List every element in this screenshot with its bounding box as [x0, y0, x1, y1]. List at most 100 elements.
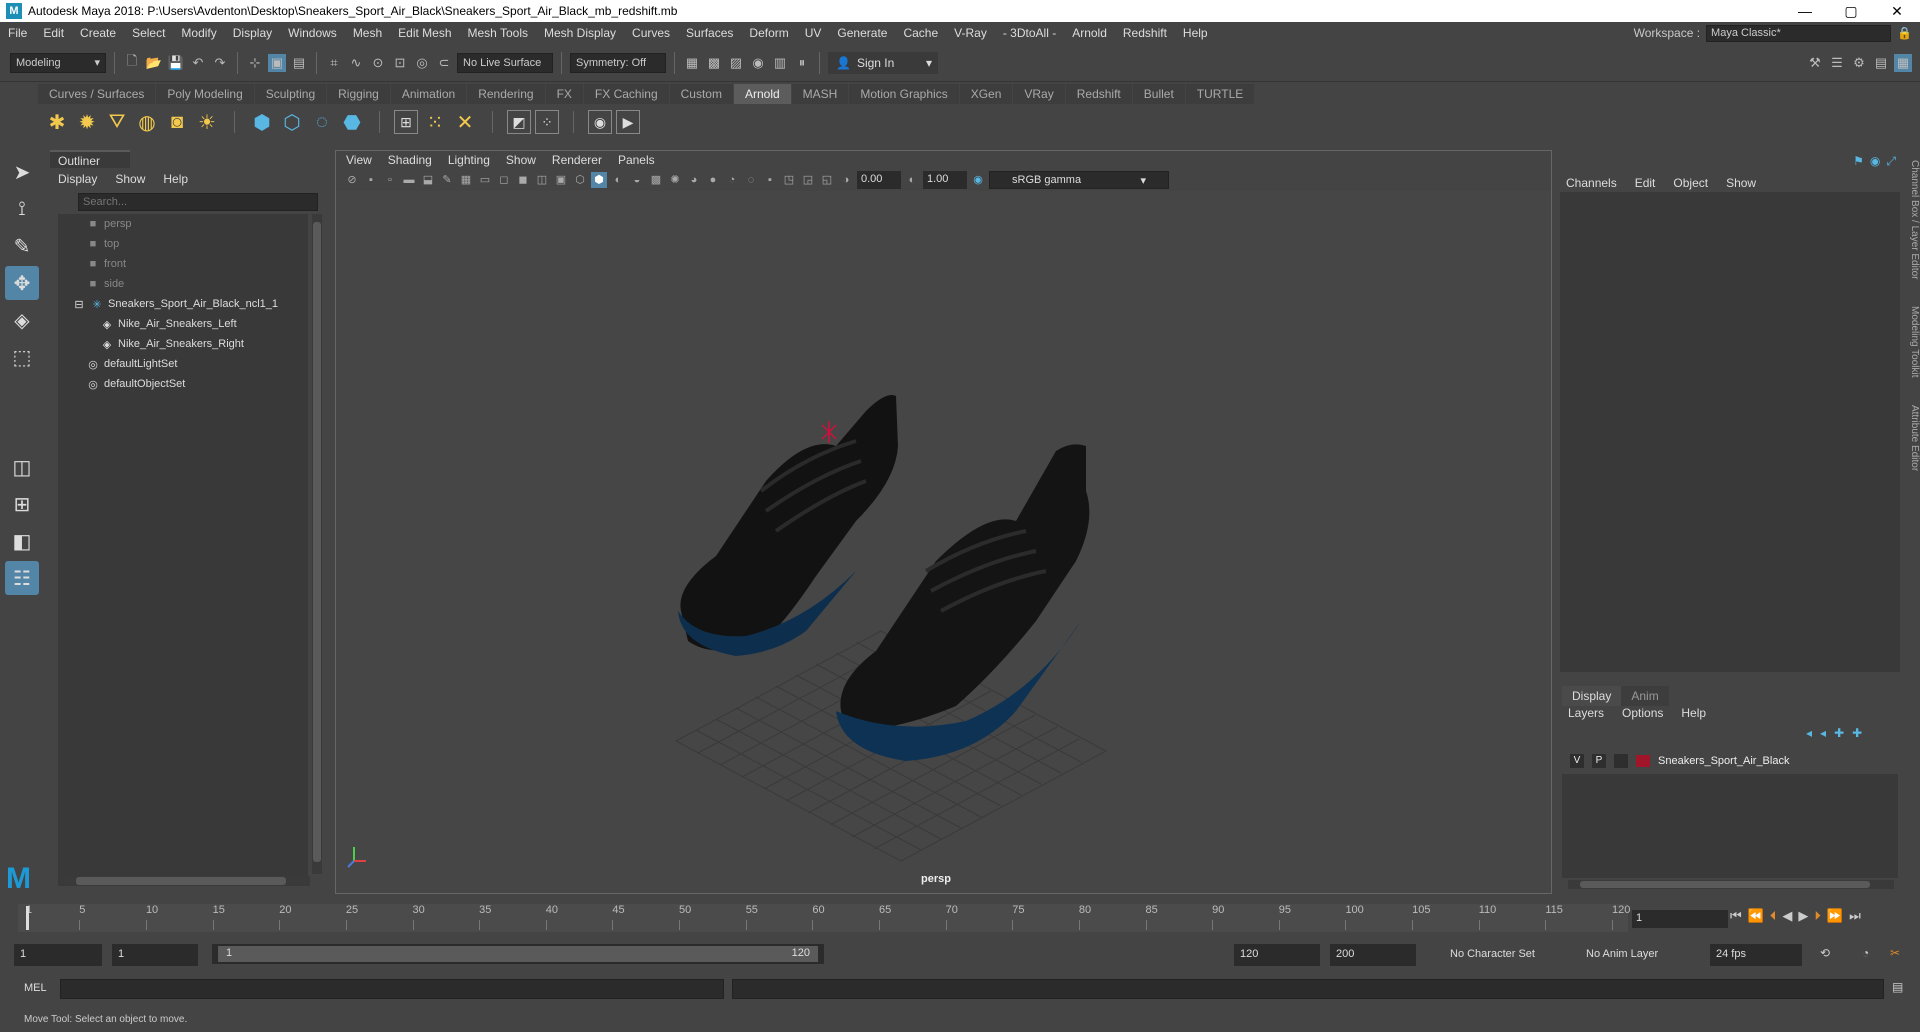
menu-file[interactable]: File: [0, 26, 35, 40]
go-to-start-icon[interactable]: ⏮: [1730, 908, 1742, 924]
workspace-select[interactable]: Maya Classic*: [1706, 24, 1892, 42]
snap-grid-icon[interactable]: ⌗: [325, 54, 343, 72]
new-layer-selected-icon[interactable]: ✚: [1852, 726, 1862, 740]
play-forwards-icon[interactable]: ▶: [1798, 908, 1808, 924]
list-item[interactable]: ◈ Nike_Air_Sneakers_Left: [58, 314, 308, 334]
save-scene-icon[interactable]: 💾: [167, 54, 185, 72]
flush-all-icon[interactable]: ✕: [452, 109, 478, 135]
exposure-field[interactable]: 0.00: [857, 171, 901, 189]
layer-name[interactable]: Sneakers_Sport_Air_Black: [1658, 755, 1789, 767]
layers-menu[interactable]: Layers: [1568, 706, 1604, 720]
scale-tool-icon[interactable]: ⬚: [5, 340, 39, 374]
shelf-tab-poly-modeling[interactable]: Poly Modeling: [156, 84, 254, 104]
layer-horizontal-scrollbar[interactable]: [1568, 880, 1894, 889]
symmetry-select[interactable]: Symmetry: Off: [570, 52, 666, 73]
gamma-field[interactable]: 1.00: [923, 171, 967, 189]
animation-end-field[interactable]: 200: [1330, 944, 1416, 966]
attribute-editor-icon[interactable]: ☰: [1828, 54, 1846, 72]
step-back-frame-icon[interactable]: ⏪: [1748, 908, 1764, 924]
display-type-toggle[interactable]: [1614, 754, 1628, 768]
viewport-menu-show[interactable]: Show: [506, 153, 536, 167]
playback-toggle[interactable]: P: [1592, 754, 1606, 768]
menu-deform[interactable]: Deform: [741, 26, 796, 40]
outliner-menu-display[interactable]: Display: [58, 172, 97, 186]
list-item[interactable]: ■ front: [58, 254, 308, 274]
range-slider-handle[interactable]: 1 120: [218, 946, 818, 962]
step-forward-key-icon[interactable]: ⏵: [1814, 908, 1821, 924]
select-hierarchy-icon[interactable]: ⊹: [246, 54, 264, 72]
new-layer-icon[interactable]: ✚: [1834, 726, 1844, 740]
render-view-icon[interactable]: ▥: [771, 54, 789, 72]
tool-settings-icon[interactable]: ⚙: [1850, 54, 1868, 72]
channelbox-object-menu[interactable]: Object: [1673, 176, 1708, 190]
menu-mesh-display[interactable]: Mesh Display: [536, 26, 624, 40]
script-editor-icon[interactable]: ▤: [1892, 980, 1903, 994]
menu-select[interactable]: Select: [124, 26, 173, 40]
bookmark-icon[interactable]: ▫: [382, 172, 398, 188]
outliner-menu-show[interactable]: Show: [115, 172, 145, 186]
anim-prefs-icon[interactable]: ✂: [1890, 946, 1900, 960]
anim-layer-select[interactable]: No Anim Layer: [1580, 944, 1690, 966]
standin-export-icon[interactable]: ⬡: [279, 109, 305, 135]
expand-icon[interactable]: ⤢: [1886, 154, 1896, 169]
standin-create-icon[interactable]: ⬢: [249, 109, 275, 135]
layer-row[interactable]: V P Sneakers_Sport_Air_Black: [1562, 748, 1898, 774]
camera-attributes-icon[interactable]: ▪: [363, 172, 379, 188]
help-icon[interactable]: ◉: [1870, 154, 1880, 169]
isolate-select-icon[interactable]: ▪: [762, 172, 778, 188]
script-language-button[interactable]: MEL: [24, 982, 47, 994]
screen-space-ao-icon[interactable]: ◕: [686, 172, 702, 188]
shelf-tab-arnold[interactable]: Arnold: [733, 84, 791, 104]
shelf-tab-xgen[interactable]: XGen: [959, 84, 1013, 104]
menu-uv[interactable]: UV: [797, 26, 830, 40]
collapse-icon[interactable]: ⊟: [72, 298, 86, 311]
depth-of-field-icon[interactable]: ◌: [743, 172, 759, 188]
layer-tab-display[interactable]: Display: [1562, 686, 1622, 706]
gamma-icon[interactable]: ◐: [904, 172, 920, 188]
layer-tab-anim[interactable]: Anim: [1621, 686, 1669, 706]
menu-create[interactable]: Create: [72, 26, 124, 40]
range-slider[interactable]: 1 120: [212, 944, 824, 964]
flush-lights-icon[interactable]: ⁙: [422, 109, 448, 135]
menu-mesh[interactable]: Mesh: [345, 26, 390, 40]
menu-vray[interactable]: V-Ray: [946, 26, 995, 40]
pause-icon[interactable]: ⏸: [793, 54, 811, 72]
shelf-tab-turtle[interactable]: TURTLE: [1185, 84, 1255, 104]
step-back-key-icon[interactable]: ⏴: [1770, 908, 1777, 924]
exposure-icon[interactable]: ◑: [838, 172, 854, 188]
license-manager-icon[interactable]: ⁘: [535, 110, 559, 134]
menu-redshift[interactable]: Redshift: [1115, 26, 1175, 40]
layer-editor-icon[interactable]: ▦: [1894, 53, 1912, 72]
xray-icon[interactable]: ◳: [781, 172, 797, 188]
area-light-icon[interactable]: ✱: [44, 109, 70, 135]
outliner-title[interactable]: Outliner: [50, 150, 130, 168]
current-frame-field[interactable]: 1: [1632, 910, 1728, 928]
volume-icon[interactable]: ⬣: [339, 109, 365, 135]
shadows-icon[interactable]: ◒: [629, 172, 645, 188]
rotate-tool-icon[interactable]: ◈: [5, 303, 39, 337]
viewport-menu-view[interactable]: View: [346, 153, 372, 167]
gate-mask-icon[interactable]: ◼: [515, 172, 531, 188]
time-slider[interactable]: 1 5 10 15 20 25 30 35 40 45 50 55 60 65 70 75 80 85 90 95 10…: [0, 902, 1920, 934]
snap-surface-icon[interactable]: ◎: [413, 54, 431, 72]
render-frame-icon[interactable]: ▦: [683, 54, 701, 72]
use-all-lights-icon[interactable]: ✺: [667, 172, 683, 188]
menu-generate[interactable]: Generate: [829, 26, 895, 40]
maximize-button[interactable]: ▢: [1828, 3, 1874, 20]
hypershade-icon[interactable]: ◉: [749, 54, 767, 72]
layer-help-menu[interactable]: Help: [1681, 706, 1706, 720]
shelf-tab-animation[interactable]: Animation: [390, 84, 467, 104]
outliner-layout-icon[interactable]: ☷: [5, 561, 39, 595]
side-tab-channel-box[interactable]: Channel Box / Layer Editor: [1909, 160, 1920, 280]
playback-start-field[interactable]: 1: [112, 944, 198, 966]
visibility-toggle[interactable]: V: [1570, 754, 1584, 768]
viewport-menu-renderer[interactable]: Renderer: [552, 153, 602, 167]
resolution-gate-icon[interactable]: ◻: [496, 172, 512, 188]
xray-components-icon[interactable]: ◱: [819, 172, 835, 188]
shelf-tab-bullet[interactable]: Bullet: [1132, 84, 1185, 104]
photometric-light-icon[interactable]: ⛛: [104, 109, 130, 135]
outliner-menu-help[interactable]: Help: [163, 172, 188, 186]
time-ruler[interactable]: 1 5 10 15 20 25 30 35 40 45 50 55 60 65 70 75 80 85 90 95 10…: [18, 904, 1630, 932]
shelf-tab-custom[interactable]: Custom: [669, 84, 733, 104]
channelbox-show-menu[interactable]: Show: [1726, 176, 1756, 190]
